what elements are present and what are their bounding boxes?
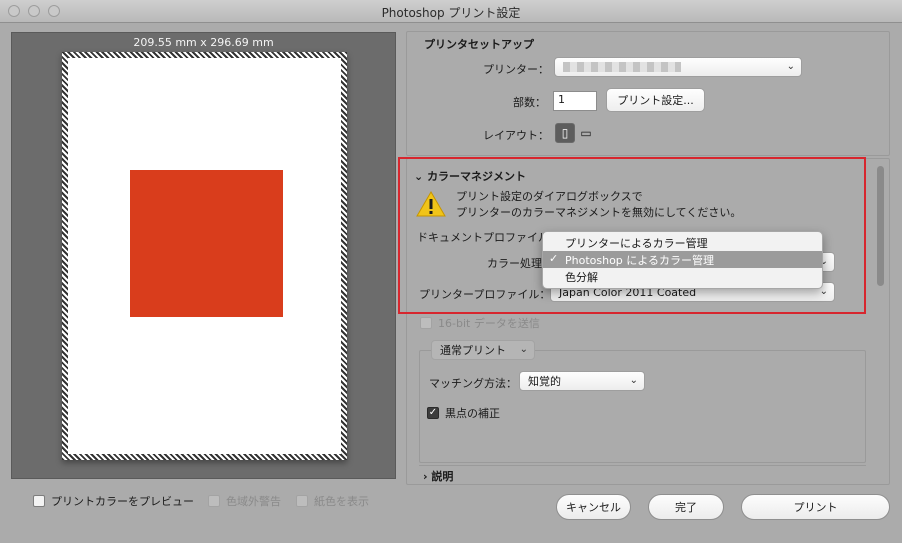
landscape-layout-icon[interactable]: ▭ <box>576 123 596 143</box>
black-point-checkbox[interactable]: ✓ 黒点の補正 <box>427 405 500 421</box>
warning-icon <box>416 191 446 217</box>
print-preview-pane: 209.55 mm x 296.69 mm <box>11 32 396 479</box>
print-color-preview-checkbox[interactable]: プリントカラーをプレビュー <box>33 493 194 509</box>
send-16bit-label: 16-bit データを送信 <box>438 317 540 330</box>
checkmark-icon[interactable]: ✓ <box>427 407 439 419</box>
paper-color-label: 紙色を表示 <box>314 495 369 508</box>
checkbox-icon[interactable] <box>33 495 45 507</box>
window-title: Photoshop プリント設定 <box>381 6 521 20</box>
menu-item-photoshop-manages[interactable]: ✓ Photoshop によるカラー管理 <box>543 251 822 268</box>
chevron-down-icon: ⌄ <box>629 375 638 386</box>
matching-method-label: マッチング方法： <box>429 377 517 390</box>
paper-dimensions: 209.55 mm x 296.69 mm <box>133 36 274 49</box>
checkbox-icon <box>208 495 220 507</box>
description-header[interactable]: › 説明 <box>423 468 453 484</box>
printer-profile-label: プリンタープロファイル： <box>419 288 551 301</box>
section-divider <box>419 465 866 466</box>
matching-method-select[interactable]: 知覚的 ⌄ <box>519 371 645 391</box>
preview-image[interactable] <box>130 170 283 317</box>
color-management-header[interactable]: ⌄ カラーマネジメント <box>414 168 526 184</box>
document-profile-label: ドキュメントプロファイル： <box>417 231 560 244</box>
print-color-preview-label: プリントカラーをプレビュー <box>51 495 194 508</box>
print-mode-select[interactable]: 通常プリント ⌄ <box>431 340 535 360</box>
chevron-down-icon: ⌄ <box>786 61 795 72</box>
checkbox-icon <box>296 495 308 507</box>
checkmark-icon: ✓ <box>549 252 559 265</box>
portrait-layout-icon[interactable]: ▯ <box>555 123 575 143</box>
print-button[interactable]: プリント <box>741 494 890 520</box>
send-16bit-checkbox: 16-bit データを送信 <box>420 315 540 331</box>
gamut-warning-checkbox: 色域外警告 <box>208 493 281 509</box>
print-settings-button[interactable]: プリント設定... <box>606 88 705 112</box>
printer-setup-title: プリンタセットアップ <box>424 38 534 51</box>
warning-text-line1: プリント設定のダイアログボックスで <box>456 190 643 203</box>
color-handling-menu[interactable]: プリンターによるカラー管理 ✓ Photoshop によるカラー管理 色分解 <box>542 231 823 289</box>
menu-item-separations[interactable]: 色分解 <box>543 268 822 285</box>
scrollbar-thumb[interactable] <box>877 166 884 286</box>
chevron-right-icon: › <box>423 470 428 483</box>
chevron-down-icon: ⌄ <box>414 170 424 183</box>
printer-label: プリンター： <box>483 63 549 76</box>
copies-label: 部数： <box>513 96 546 109</box>
black-point-label: 黒点の補正 <box>445 407 500 420</box>
color-management-section: ⌄ カラーマネジメント プリント設定のダイアログボックスで プリンターのカラーマ… <box>406 158 890 485</box>
printer-name-redacted <box>563 62 681 72</box>
paper-preview <box>62 52 347 460</box>
title-bar: Photoshop プリント設定 <box>0 0 902 23</box>
gamut-warning-label: 色域外警告 <box>226 495 281 508</box>
chevron-down-icon: ⌄ <box>519 344 528 355</box>
printer-select[interactable]: ⌄ <box>554 57 802 77</box>
printable-area <box>68 58 341 454</box>
checkbox-icon <box>420 317 432 329</box>
layout-label: レイアウト： <box>483 129 549 142</box>
scrollbar[interactable] <box>874 162 888 482</box>
cancel-button[interactable]: キャンセル <box>556 494 631 520</box>
done-button[interactable]: 完了 <box>648 494 724 520</box>
printer-setup-section: プリンタセットアップ プリンター： ⌄ 部数： 1 プリント設定... レイアウ… <box>406 31 890 156</box>
menu-item-printer-manages[interactable]: プリンターによるカラー管理 <box>543 234 822 251</box>
paper-color-checkbox: 紙色を表示 <box>296 493 369 509</box>
copies-input[interactable]: 1 <box>553 91 597 111</box>
warning-text-line2: プリンターのカラーマネジメントを無効にしてください。 <box>456 206 742 219</box>
